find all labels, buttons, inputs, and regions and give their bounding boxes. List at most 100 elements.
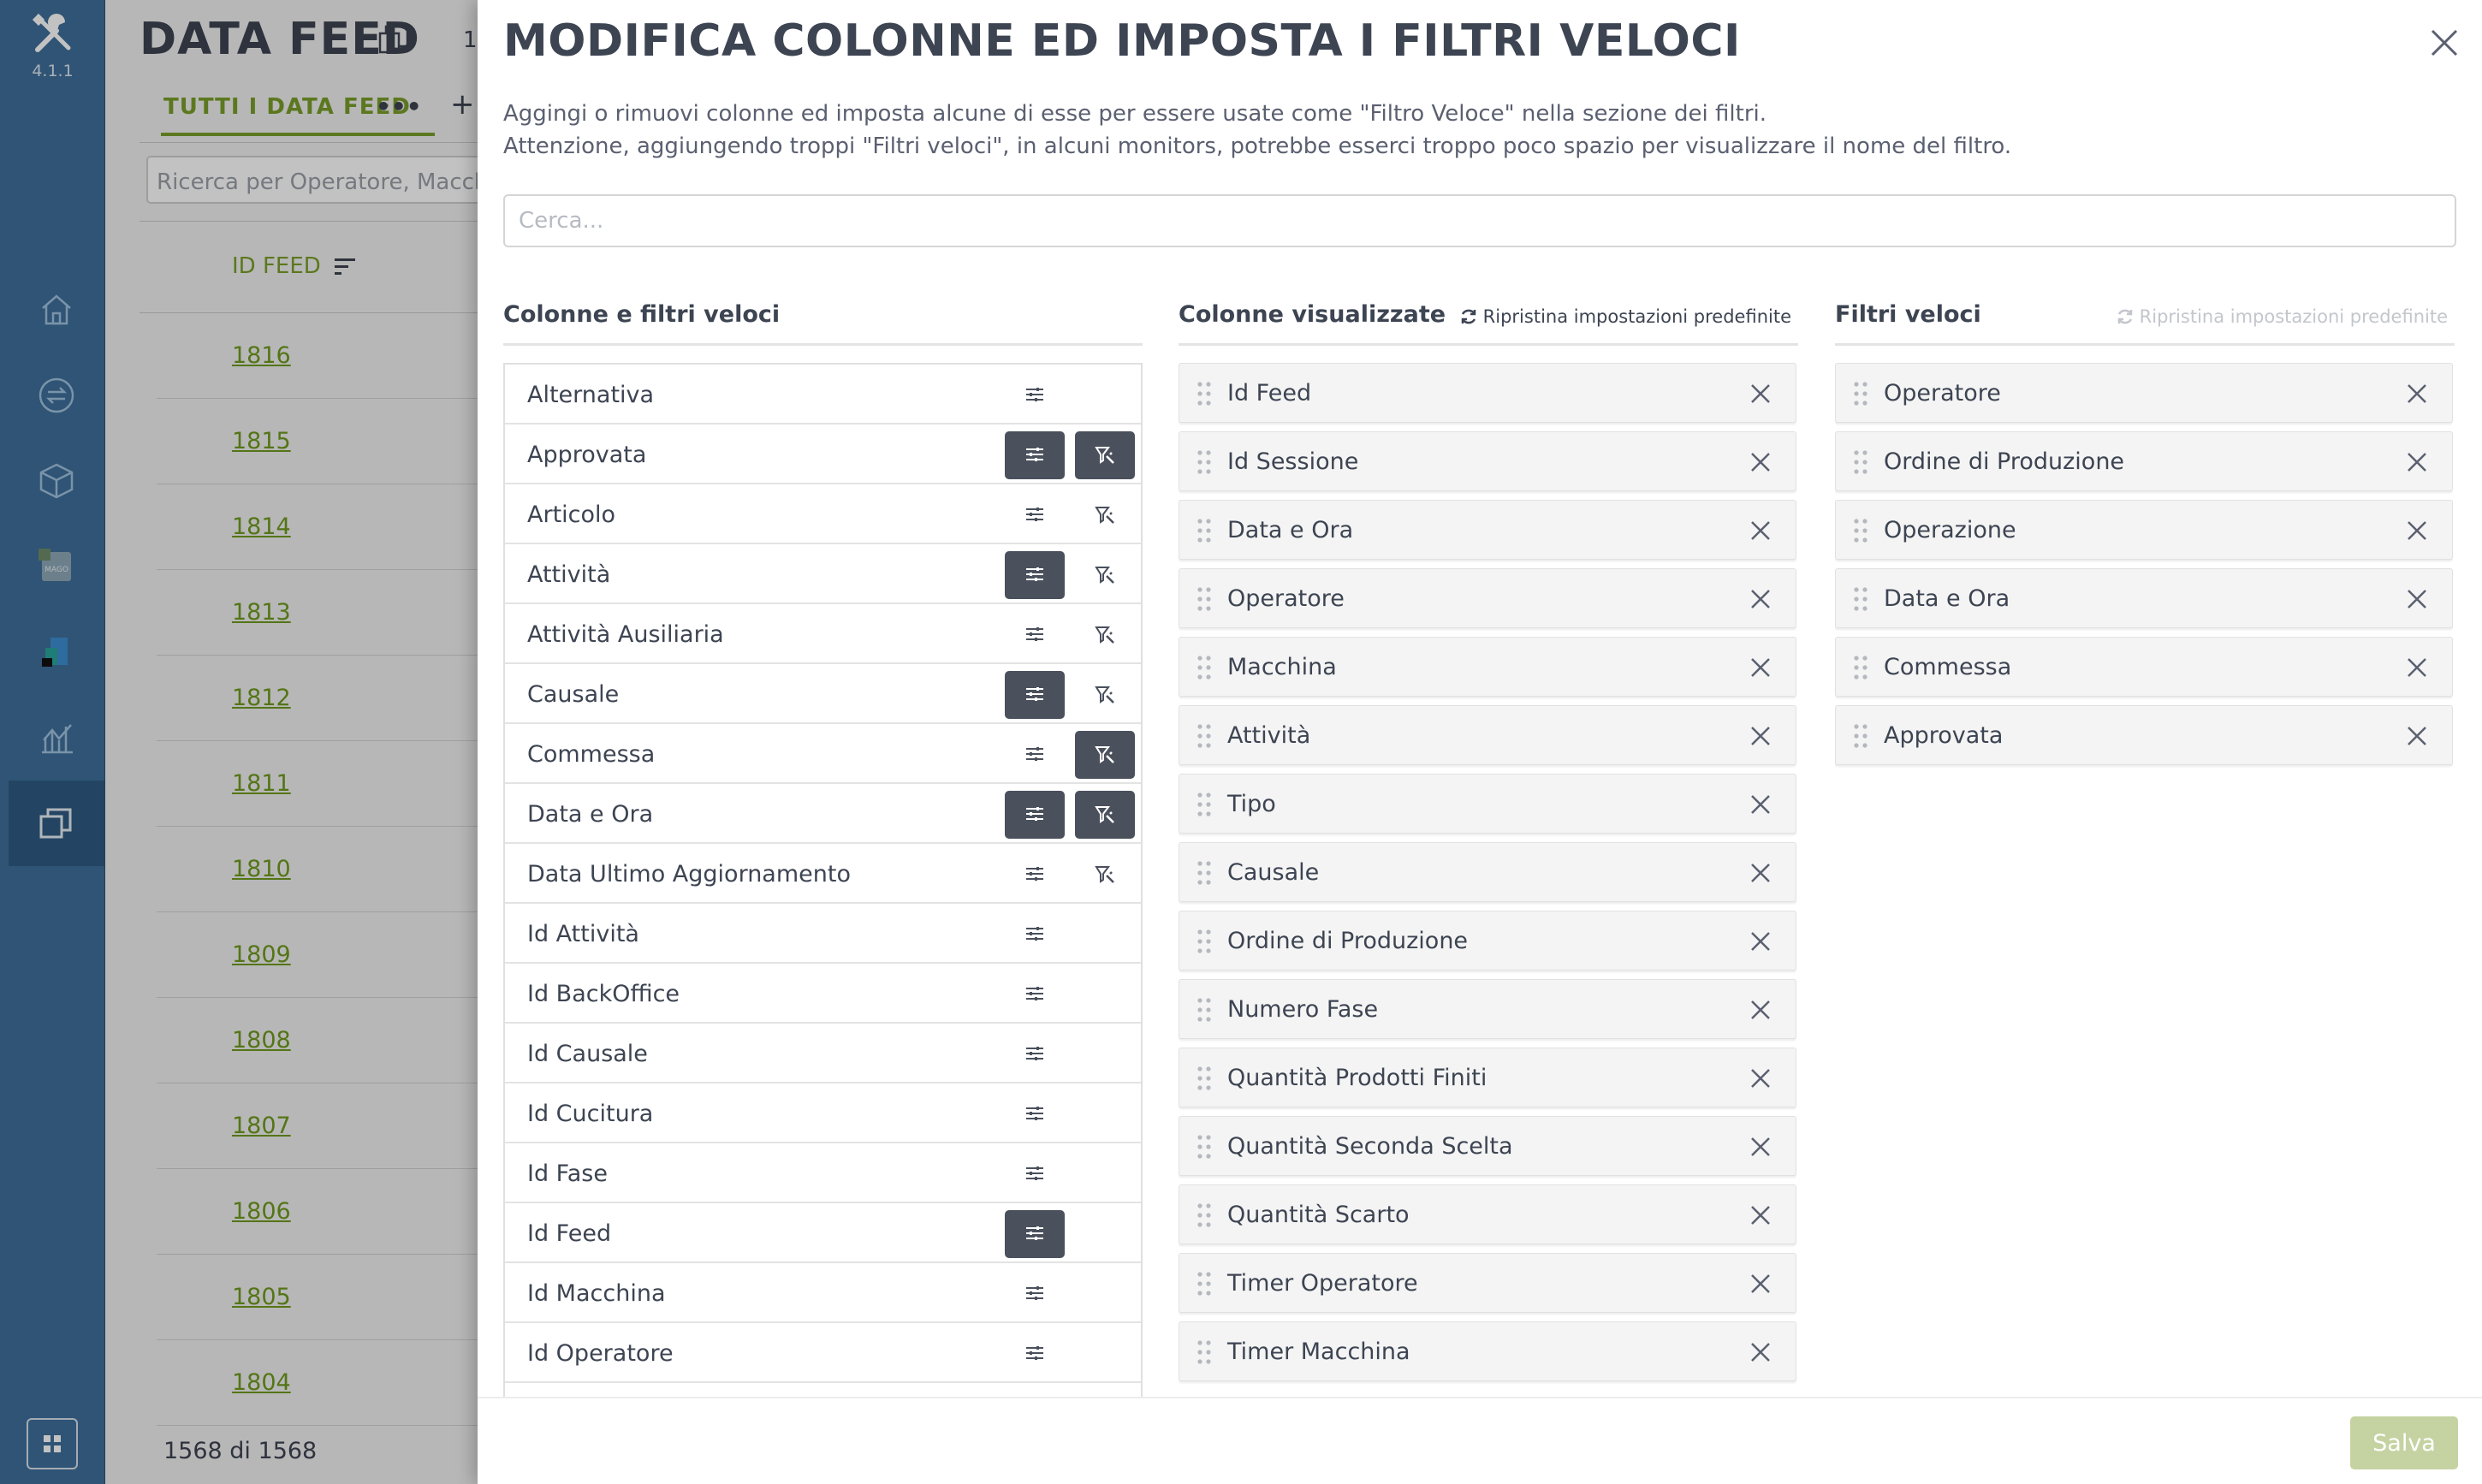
toggle-column-button[interactable] — [1005, 491, 1065, 539]
drag-handle-icon[interactable] — [1196, 1339, 1212, 1365]
drag-handle-icon[interactable] — [1196, 1271, 1212, 1297]
drag-handle-icon[interactable] — [1196, 860, 1212, 886]
drag-handle-icon[interactable] — [1853, 518, 1868, 543]
toggle-quick-filter-button[interactable] — [1075, 551, 1135, 599]
toggle-quick-filter-button[interactable] — [1075, 431, 1135, 479]
visible-column-item-label: Quantità Prodotti Finiti — [1227, 1065, 1487, 1091]
remove-icon[interactable] — [1748, 997, 1773, 1023]
quick-filter-item[interactable]: Approvata — [1835, 705, 2453, 765]
visible-column-item[interactable]: Data e Ora — [1179, 500, 1796, 560]
visible-column-item[interactable]: Attività — [1179, 705, 1796, 765]
visible-column-item[interactable]: Quantità Scarto — [1179, 1184, 1796, 1244]
visible-column-item[interactable]: Timer Macchina — [1179, 1321, 1796, 1381]
toggle-column-button[interactable] — [1005, 911, 1065, 959]
toggle-quick-filter-button[interactable] — [1075, 491, 1135, 539]
quick-filter-item[interactable]: Commessa — [1835, 637, 2453, 697]
modal-backdrop[interactable] — [0, 0, 478, 1484]
visible-column-item[interactable]: Numero Fase — [1179, 979, 1796, 1039]
remove-icon[interactable] — [1748, 1134, 1773, 1160]
drag-handle-icon[interactable] — [1853, 655, 1868, 680]
drag-handle-icon[interactable] — [1196, 1134, 1212, 1160]
remove-icon[interactable] — [1748, 792, 1773, 817]
remove-icon[interactable] — [1748, 655, 1773, 680]
toggle-column-button[interactable] — [1005, 791, 1065, 839]
remove-icon[interactable] — [2404, 655, 2430, 680]
remove-icon[interactable] — [2404, 381, 2430, 407]
quick-filter-item[interactable]: Data e Ora — [1835, 568, 2453, 628]
toggle-column-button[interactable] — [1005, 1210, 1065, 1258]
column-option-label: Attività — [527, 561, 611, 588]
remove-icon[interactable] — [1748, 929, 1773, 954]
drag-handle-icon[interactable] — [1196, 1202, 1212, 1228]
visible-column-item[interactable]: Timer Operatore — [1179, 1253, 1796, 1313]
drag-handle-icon[interactable] — [1853, 449, 1868, 475]
remove-icon[interactable] — [2404, 586, 2430, 612]
toggle-quick-filter-button[interactable] — [1075, 671, 1135, 719]
save-button[interactable]: Salva — [2350, 1416, 2458, 1469]
drag-handle-icon[interactable] — [1196, 449, 1212, 475]
toggle-column-button[interactable] — [1005, 851, 1065, 899]
toggle-column-button[interactable] — [1005, 1150, 1065, 1198]
remove-icon[interactable] — [1748, 518, 1773, 543]
drag-handle-icon[interactable] — [1196, 1066, 1212, 1091]
drag-handle-icon[interactable] — [1853, 381, 1868, 407]
remove-icon[interactable] — [2404, 449, 2430, 475]
drag-handle-icon[interactable] — [1196, 381, 1212, 407]
drag-handle-icon[interactable] — [1196, 586, 1212, 612]
toggle-column-button[interactable] — [1005, 971, 1065, 1018]
toggle-column-button[interactable] — [1005, 551, 1065, 599]
column-settings-icon — [1026, 388, 1043, 401]
toggle-column-button[interactable] — [1005, 1090, 1065, 1138]
toggle-quick-filter-button[interactable] — [1075, 791, 1135, 839]
columns-search-input[interactable] — [503, 194, 2456, 247]
visible-column-item[interactable]: Quantità Seconda Scelta — [1179, 1116, 1796, 1176]
visible-column-item[interactable]: Id Sessione — [1179, 431, 1796, 491]
drag-handle-icon[interactable] — [1853, 723, 1868, 749]
remove-icon[interactable] — [1748, 1202, 1773, 1228]
remove-icon[interactable] — [1748, 860, 1773, 886]
remove-icon[interactable] — [2404, 518, 2430, 543]
toggle-quick-filter-button[interactable] — [1075, 611, 1135, 659]
drag-handle-icon[interactable] — [1196, 997, 1212, 1023]
drag-handle-icon[interactable] — [1196, 655, 1212, 680]
visible-column-item[interactable]: Tipo — [1179, 774, 1796, 834]
remove-icon[interactable] — [1748, 1066, 1773, 1091]
remove-icon[interactable] — [1748, 1271, 1773, 1297]
toggle-column-button[interactable] — [1005, 671, 1065, 719]
remove-icon[interactable] — [2404, 723, 2430, 749]
column-settings-icon — [1026, 1226, 1043, 1240]
remove-icon[interactable] — [1748, 449, 1773, 475]
toggle-column-button[interactable] — [1005, 611, 1065, 659]
toggle-column-button[interactable] — [1005, 1270, 1065, 1318]
remove-icon[interactable] — [1748, 381, 1773, 407]
reset-columns-button[interactable]: Ripristina impostazioni predefinite — [1459, 306, 1791, 327]
visible-column-item[interactable]: Macchina — [1179, 637, 1796, 697]
remove-icon[interactable] — [1748, 1339, 1773, 1365]
toggle-column-button[interactable] — [1005, 731, 1065, 779]
drag-handle-icon[interactable] — [1853, 586, 1868, 612]
visible-column-item[interactable]: Operatore — [1179, 568, 1796, 628]
toggle-quick-filter-button[interactable] — [1075, 851, 1135, 899]
toggle-column-button[interactable] — [1005, 1330, 1065, 1378]
reset-filters-button[interactable]: Ripristina impostazioni predefinite — [2116, 306, 2448, 327]
remove-icon[interactable] — [1748, 723, 1773, 749]
quick-filter-item[interactable]: Ordine di Produzione — [1835, 431, 2453, 491]
toggle-column-button[interactable] — [1005, 1030, 1065, 1078]
toggle-quick-filter-button[interactable] — [1075, 731, 1135, 779]
drag-handle-icon[interactable] — [1196, 518, 1212, 543]
visible-column-item[interactable]: Id Feed — [1179, 363, 1796, 423]
column-option-label: Data Ultimo Aggiornamento — [527, 861, 851, 887]
drag-handle-icon[interactable] — [1196, 792, 1212, 817]
visible-column-item[interactable]: Ordine di Produzione — [1179, 911, 1796, 971]
remove-icon[interactable] — [1748, 586, 1773, 612]
column-option-label: Id Operatore — [527, 1340, 674, 1367]
toggle-column-button[interactable] — [1005, 431, 1065, 479]
quick-filter-item[interactable]: Operazione — [1835, 500, 2453, 560]
quick-filter-item[interactable]: Operatore — [1835, 363, 2453, 423]
visible-column-item[interactable]: Causale — [1179, 842, 1796, 902]
visible-column-item[interactable]: Quantità Prodotti Finiti — [1179, 1048, 1796, 1107]
drag-handle-icon[interactable] — [1196, 929, 1212, 954]
close-icon[interactable] — [2427, 26, 2461, 60]
drag-handle-icon[interactable] — [1196, 723, 1212, 749]
toggle-column-button[interactable] — [1005, 371, 1065, 419]
